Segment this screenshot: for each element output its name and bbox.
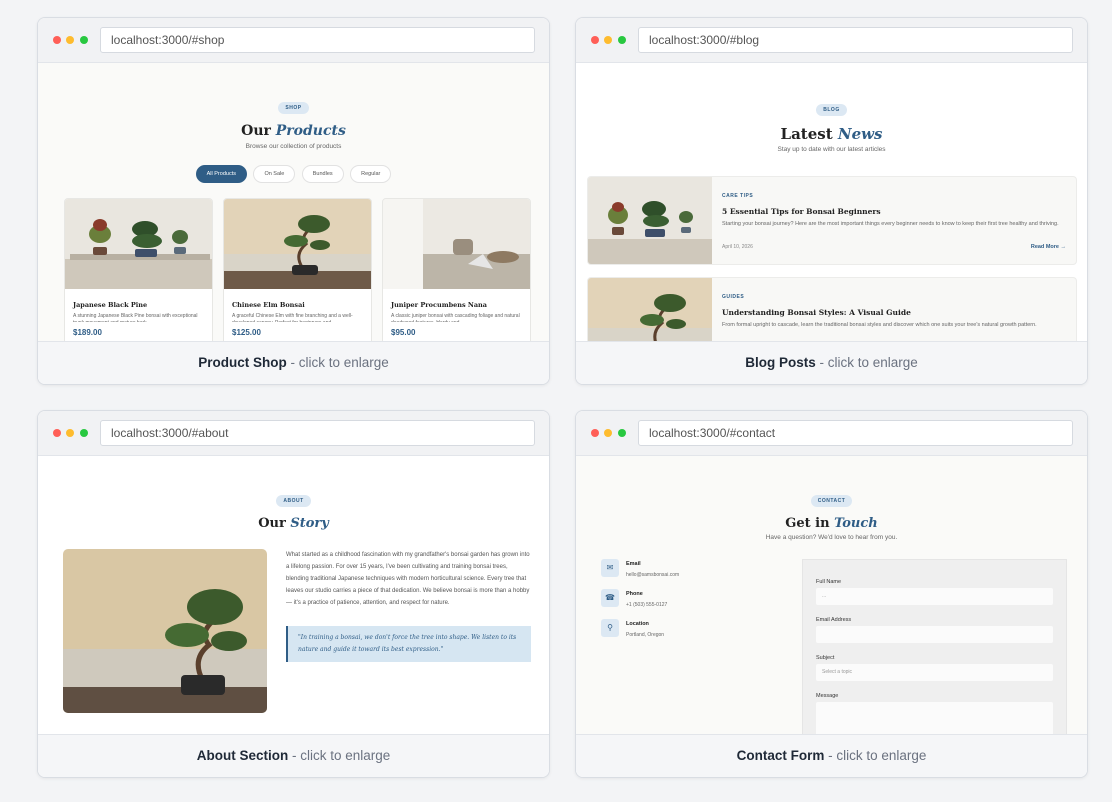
filter-regular: Regular — [350, 165, 392, 183]
page-preview: CONTACT Get in Touch Have a question? We… — [576, 456, 1087, 736]
browser-chrome: localhost:3000/#about — [38, 411, 549, 456]
section-subtitle: Have a question? We'd love to hear from … — [765, 534, 898, 541]
card-caption: Product Shop - click to enlarge — [38, 341, 549, 384]
screenshot-card-about[interactable]: localhost:3000/#about ABOUT Our Story Wh… — [37, 410, 550, 778]
maximize-dot-icon — [80, 36, 88, 44]
product-price: $189.00 — [73, 328, 102, 337]
section-subtitle: Stay up to date with our latest articles — [777, 146, 886, 153]
browser-chrome: localhost:3000/#shop — [38, 18, 549, 63]
filter-on-sale: On Sale — [253, 165, 296, 183]
url-bar: localhost:3000/#about — [100, 420, 535, 446]
product-image — [224, 199, 371, 289]
about-body: What started as a childhood fascination … — [286, 552, 530, 606]
maximize-dot-icon — [618, 36, 626, 44]
about-quote: "In training a bonsai, we don't force th… — [286, 626, 531, 662]
message-label: Message — [816, 693, 839, 699]
post-image — [588, 278, 712, 343]
product-description: A classic juniper bonsai with cascading … — [391, 313, 520, 322]
minimize-dot-icon — [604, 36, 612, 44]
post-title: Understanding Bonsai Styles: A Visual Gu… — [722, 308, 911, 317]
caption-title: Product Shop — [198, 355, 287, 370]
screenshot-card-blog[interactable]: localhost:3000/#blog BLOG Latest News St… — [575, 17, 1088, 385]
card-caption: Blog Posts - click to enlarge — [576, 341, 1087, 384]
url-bar: localhost:3000/#shop — [100, 27, 535, 53]
close-dot-icon — [591, 429, 599, 437]
caption-hint: - click to enlarge — [824, 748, 927, 763]
product-description: A graceful Chinese Elm with fine branchi… — [232, 313, 353, 322]
url-bar: localhost:3000/#blog — [638, 27, 1073, 53]
product-name: Chinese Elm Bonsai — [232, 301, 305, 309]
product-price: $125.00 — [232, 328, 261, 337]
page-preview: SHOP Our Products Browse our collection … — [38, 63, 549, 343]
close-dot-icon — [591, 36, 599, 44]
card-caption: Contact Form - click to enlarge — [576, 734, 1087, 777]
post-title: 5 Essential Tips for Bonsai Beginners — [722, 207, 881, 216]
browser-chrome: localhost:3000/#contact — [576, 411, 1087, 456]
page-preview: BLOG Latest News Stay up to date with ou… — [576, 63, 1087, 343]
product-price: $95.00 — [391, 328, 416, 337]
section-pill: CONTACT — [810, 495, 853, 507]
full-name-label: Full Name — [816, 579, 842, 585]
caption-hint: - click to enlarge — [815, 355, 918, 370]
blog-post-card: GUIDES Understanding Bonsai Styles: A Vi… — [587, 277, 1077, 343]
caption-title: Contact Form — [736, 748, 825, 763]
minimize-dot-icon — [604, 429, 612, 437]
post-category: GUIDES — [722, 294, 745, 300]
post-image — [588, 177, 712, 264]
post-excerpt: From formal upright to cascade, learn th… — [722, 322, 1037, 328]
section-subtitle: Browse our collection of products — [245, 143, 342, 150]
section-heading: Our Story — [258, 516, 329, 531]
minimize-dot-icon — [66, 36, 74, 44]
close-dot-icon — [53, 429, 61, 437]
product-description: A stunning Japanese Black Pine bonsai wi… — [73, 313, 198, 322]
section-pill: SHOP — [278, 102, 309, 114]
post-excerpt: Starting your bonsai journey? Here are t… — [722, 221, 1059, 227]
phone-icon: ☎ — [601, 589, 619, 607]
card-caption: About Section - click to enlarge — [38, 734, 549, 777]
section-pill: BLOG — [816, 104, 847, 116]
product-name: Juniper Procumbens Nana — [391, 301, 487, 309]
section-heading: Latest News — [780, 125, 883, 143]
maximize-dot-icon — [80, 429, 88, 437]
minimize-dot-icon — [66, 429, 74, 437]
browser-chrome: localhost:3000/#blog — [576, 18, 1087, 63]
filter-all-products: All Products — [195, 165, 247, 183]
product-image — [65, 199, 212, 289]
read-more-link: Read More → — [1030, 244, 1066, 250]
post-category: CARE TIPS — [722, 193, 754, 199]
screenshot-card-contact[interactable]: localhost:3000/#contact CONTACT Get in T… — [575, 410, 1088, 778]
product-card: Juniper Procumbens Nana A classic junipe… — [382, 198, 531, 343]
post-date: April 10, 2026 — [722, 244, 753, 250]
subject-field: Select a topic — [816, 664, 1053, 681]
blog-post-card: CARE TIPS 5 Essential Tips for Bonsai Be… — [587, 176, 1077, 265]
close-dot-icon — [53, 36, 61, 44]
screenshot-card-shop[interactable]: localhost:3000/#shop SHOP Our Products B… — [37, 17, 550, 385]
url-bar: localhost:3000/#contact — [638, 420, 1073, 446]
filter-bundles: Bundles — [301, 165, 344, 183]
email-label: Email Address — [816, 617, 852, 623]
location-icon: ⚲ — [601, 619, 619, 637]
page-preview: ABOUT Our Story What started as a childh… — [38, 456, 549, 736]
section-pill: ABOUT — [276, 495, 311, 507]
email-field — [816, 626, 1053, 643]
caption-hint: - click to enlarge — [286, 355, 389, 370]
caption-title: About Section — [196, 748, 289, 763]
section-heading: Our Products — [241, 123, 346, 139]
product-card: Chinese Elm Bonsai A graceful Chinese El… — [223, 198, 372, 343]
filter-bar: All Products On Sale Bundles Regular — [38, 162, 549, 183]
product-image — [383, 199, 530, 289]
caption-hint: - click to enlarge — [288, 748, 391, 763]
subject-label: Subject — [816, 655, 835, 661]
product-name: Japanese Black Pine — [73, 301, 148, 309]
message-field — [816, 702, 1053, 736]
full-name-field: ... — [816, 588, 1053, 605]
product-card: Japanese Black Pine A stunning Japanese … — [64, 198, 213, 343]
mail-icon: ✉ — [601, 559, 619, 577]
section-heading: Get in Touch — [785, 516, 878, 531]
about-image — [63, 549, 267, 713]
caption-title: Blog Posts — [745, 355, 816, 370]
maximize-dot-icon — [618, 429, 626, 437]
contact-form: Full Name ... Email Address Subject Sele… — [802, 559, 1067, 736]
